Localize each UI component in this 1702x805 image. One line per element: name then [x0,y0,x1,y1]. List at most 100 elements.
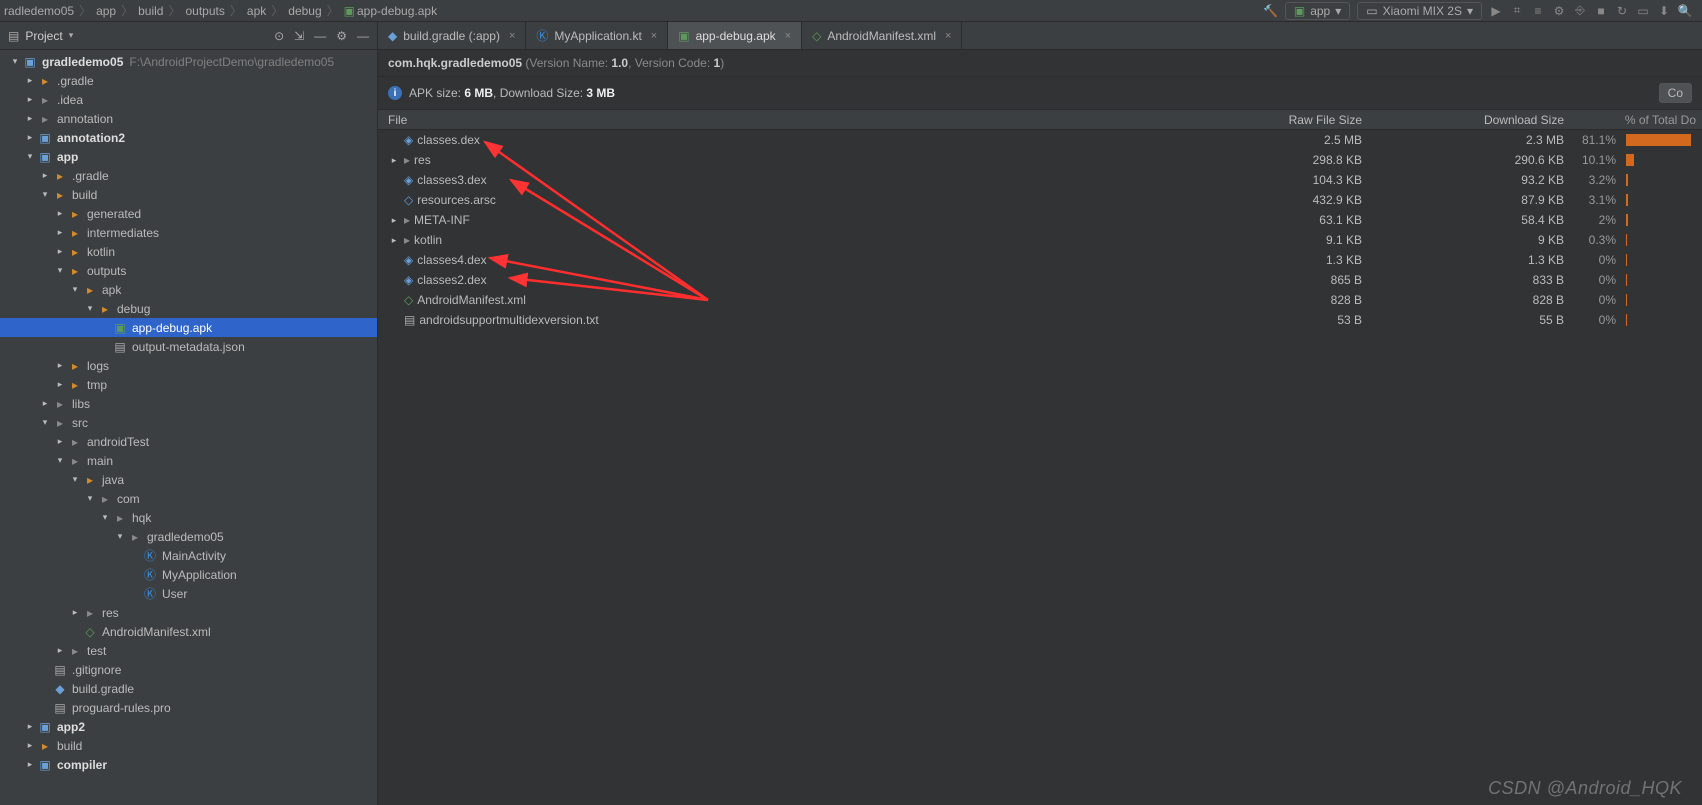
profile-icon[interactable]: ⚙ [1552,4,1566,18]
device-combo[interactable]: ▭ Xiaomi MIX 2S ▾ [1357,2,1482,20]
tree-node[interactable]: ▾▸hqk [0,508,377,527]
apk-file-row[interactable]: ◇AndroidManifest.xml828 B828 B0% [378,290,1702,310]
close-icon[interactable]: × [509,30,515,42]
project-tree[interactable]: ▾▣gradledemo05F:\AndroidProjectDemo\grad… [0,50,377,805]
tree-node[interactable]: ▾▸main [0,451,377,470]
tree-node[interactable]: ▸▸tmp [0,375,377,394]
apk-file-row[interactable]: ◈classes2.dex865 B833 B0% [378,270,1702,290]
tree-arrow[interactable]: ▸ [23,113,37,124]
tree-node[interactable]: ▸▸.gradle [0,166,377,185]
tree-arrow[interactable]: ▸ [53,436,67,447]
tree-node[interactable]: ▸▸build [0,736,377,755]
editor-tab[interactable]: ◆build.gradle (:app)× [378,22,526,49]
col-dl-header[interactable]: Download Size [1382,113,1572,127]
tree-arrow[interactable]: ▾ [68,474,82,485]
tree-node[interactable]: ▾▸src [0,413,377,432]
tree-node[interactable]: ▸▸androidTest [0,432,377,451]
sync-icon[interactable]: ↻ [1615,4,1629,18]
tree-node[interactable]: ▸▸res [0,603,377,622]
apk-file-row[interactable]: ▸▸kotlin9.1 KB9 KB0.3% [378,230,1702,250]
tree-arrow[interactable]: ▸ [23,132,37,143]
gear-icon[interactable]: ⚙ [336,29,347,43]
tree-arrow[interactable]: ▾ [8,56,22,67]
tree-arrow[interactable]: ▸ [53,246,67,257]
debug-icon[interactable]: ⌗ [1510,4,1524,18]
apk-file-row[interactable]: ◈classes.dex2.5 MB2.3 MB81.1% [378,130,1702,150]
tree-arrow[interactable]: ▸ [23,721,37,732]
tree-node[interactable]: ▾▸com [0,489,377,508]
editor-tab[interactable]: ⓀMyApplication.kt× [526,22,668,49]
breadcrumb-item[interactable]: app [96,4,116,18]
tree-node[interactable]: ▸▸.gradle [0,71,377,90]
tree-node[interactable]: ▸▸.idea [0,90,377,109]
row-arrow[interactable]: ▸ [388,215,400,226]
tree-node[interactable]: ▸▸logs [0,356,377,375]
apk-file-row[interactable]: ◈classes4.dex1.3 KB1.3 KB0% [378,250,1702,270]
apk-file-row[interactable]: ▸▸res298.8 KB290.6 KB10.1% [378,150,1702,170]
compare-button[interactable]: Co [1659,83,1692,103]
apk-file-row[interactable]: ◈classes3.dex104.3 KB93.2 KB3.2% [378,170,1702,190]
tree-arrow[interactable]: ▸ [53,208,67,219]
sdk-icon[interactable]: ⬇ [1657,4,1671,18]
tree-node[interactable]: ▾▸gradledemo05 [0,527,377,546]
tree-arrow[interactable]: ▾ [98,512,112,523]
tree-node[interactable]: ▸▸test [0,641,377,660]
select-opened-icon[interactable]: ⊙ [274,29,284,43]
tree-arrow[interactable]: ▾ [53,265,67,276]
hide-icon[interactable]: — [357,29,369,43]
attach-icon[interactable]: ⎆ [1573,4,1587,18]
tree-arrow[interactable]: ▸ [23,75,37,86]
col-pct-header[interactable]: % of Total Do [1572,113,1702,127]
tree-node[interactable]: ▸▣app2 [0,717,377,736]
hammer-icon[interactable]: 🔨 [1264,4,1278,18]
tree-arrow[interactable]: ▾ [113,531,127,542]
tree-arrow[interactable]: ▸ [23,94,37,105]
tree-arrow[interactable]: ▾ [68,284,82,295]
tree-node[interactable]: ▸▣compiler [0,755,377,774]
collapse-icon[interactable]: — [314,29,326,43]
tree-node[interactable]: ▸▸libs [0,394,377,413]
close-icon[interactable]: × [651,30,657,42]
breadcrumb-item[interactable]: apk [247,4,266,18]
tree-node[interactable]: ▾▣app [0,147,377,166]
tree-arrow[interactable]: ▾ [83,303,97,314]
tree-arrow[interactable]: ▸ [53,360,67,371]
editor-tab[interactable]: ▣app-debug.apk× [668,22,802,49]
tree-arrow[interactable]: ▸ [53,227,67,238]
chevron-down-icon[interactable]: ▾ [69,30,74,41]
tree-arrow[interactable]: ▾ [38,189,52,200]
tree-node[interactable]: ▾▣gradledemo05F:\AndroidProjectDemo\grad… [0,52,377,71]
tree-node[interactable]: ▸▸intermediates [0,223,377,242]
tree-node[interactable]: ◆build.gradle [0,679,377,698]
col-raw-header[interactable]: Raw File Size [1212,113,1382,127]
row-arrow[interactable]: ▸ [388,235,400,246]
tree-node[interactable]: ▤proguard-rules.pro [0,698,377,717]
close-icon[interactable]: × [945,30,951,42]
apk-file-row[interactable]: ▸▸META-INF63.1 KB58.4 KB2% [378,210,1702,230]
tree-node[interactable]: ▸▸kotlin [0,242,377,261]
tree-node[interactable]: ▾▸apk [0,280,377,299]
project-panel-title[interactable]: Project [25,29,62,43]
search-icon[interactable]: 🔍 [1678,4,1692,18]
expand-icon[interactable]: ⇲ [294,29,304,43]
avd-icon[interactable]: ▭ [1636,4,1650,18]
tree-node[interactable]: ▸▸annotation [0,109,377,128]
tree-node[interactable]: ▸▣annotation2 [0,128,377,147]
tree-arrow[interactable]: ▸ [38,398,52,409]
tree-arrow[interactable]: ▸ [53,379,67,390]
tree-arrow[interactable]: ▾ [23,151,37,162]
breadcrumb-item[interactable]: app-debug.apk [357,4,437,18]
tree-node[interactable]: ▾▸build [0,185,377,204]
tree-arrow[interactable]: ▸ [38,170,52,181]
tree-arrow[interactable]: ▸ [68,607,82,618]
project-select-icon[interactable]: ▤ [8,29,19,43]
tree-node[interactable]: ⓀMyApplication [0,565,377,584]
breadcrumb-item[interactable]: build [138,4,163,18]
tree-arrow[interactable]: ▸ [53,645,67,656]
tree-node[interactable]: ▤.gitignore [0,660,377,679]
tree-arrow[interactable]: ▾ [53,455,67,466]
run-icon[interactable]: ▶ [1489,4,1503,18]
run-config-combo[interactable]: ▣ app ▾ [1285,2,1350,20]
tree-node[interactable]: ⓀMainActivity [0,546,377,565]
tree-arrow[interactable]: ▾ [83,493,97,504]
